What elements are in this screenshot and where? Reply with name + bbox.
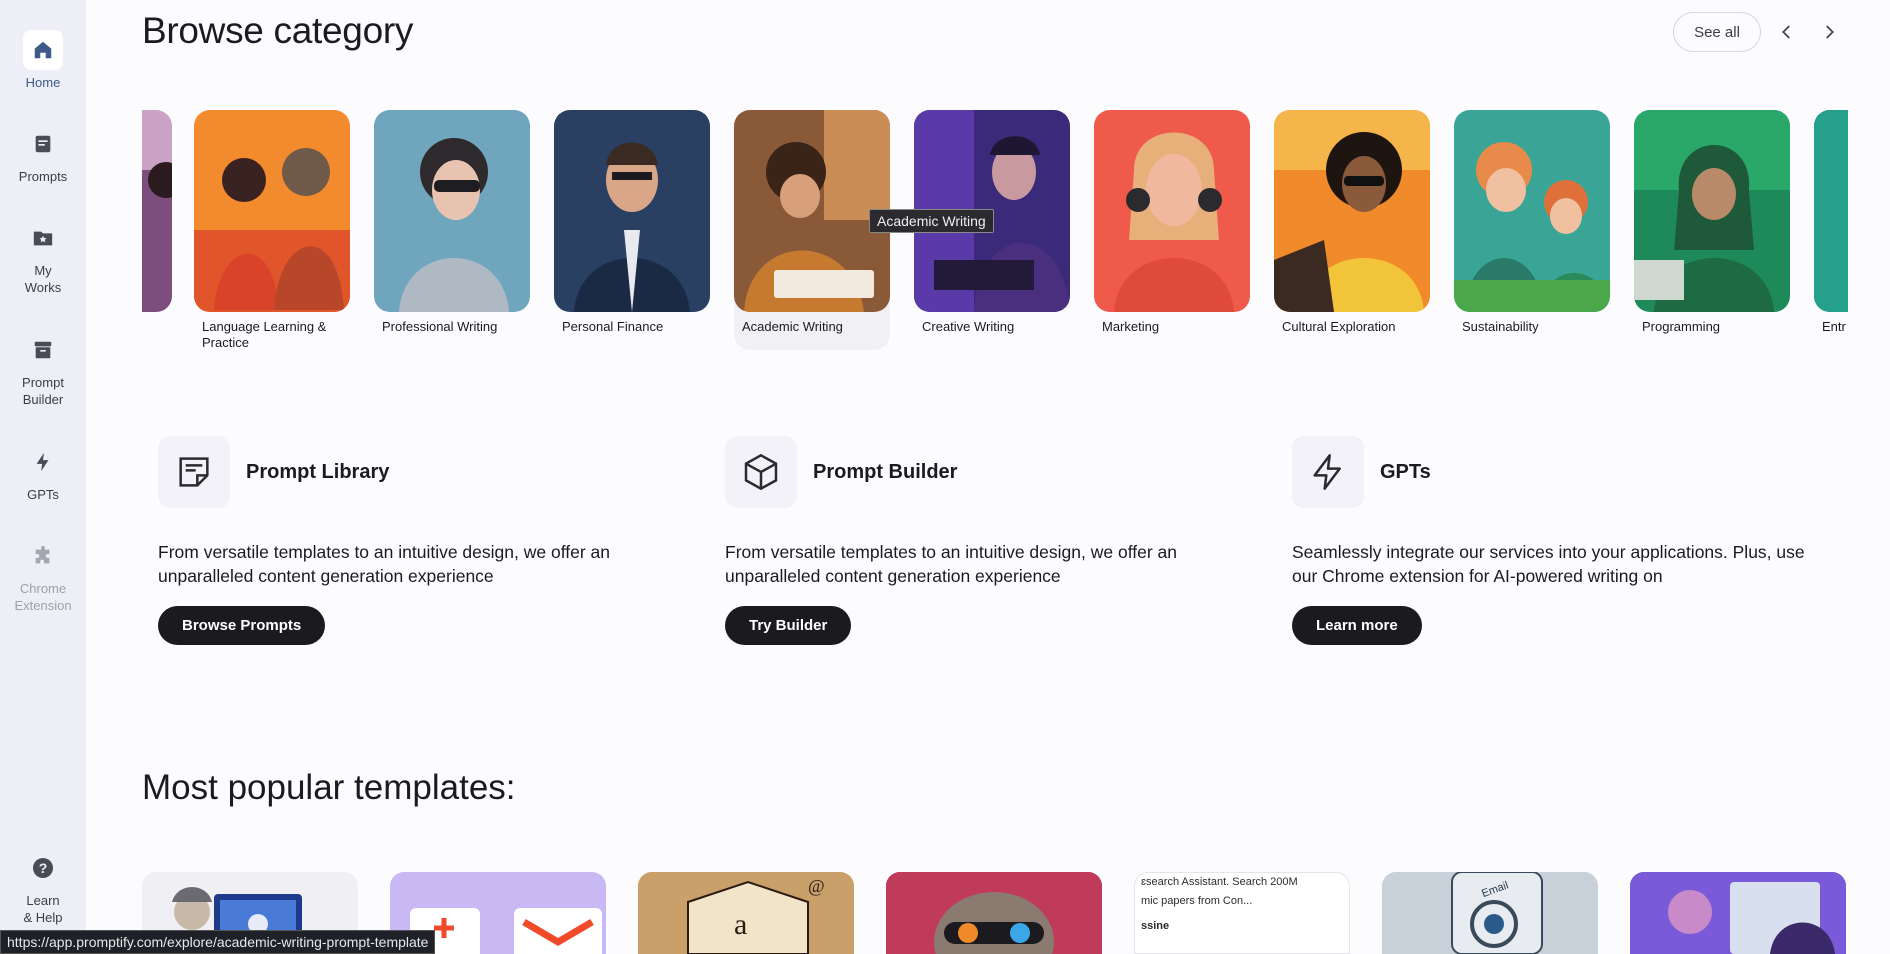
feature-description: Seamlessly integrate our services into y…	[1292, 542, 1805, 586]
feature-title: Prompt Library	[246, 461, 390, 483]
category-image	[1454, 110, 1610, 312]
category-card[interactable]: Entr	[1814, 110, 1848, 335]
carousel-next-button[interactable]	[1813, 16, 1845, 48]
sidebar-item-chrome-extension[interactable]: Chrome Extension	[0, 536, 86, 614]
cube-icon	[725, 436, 797, 508]
bolt-icon	[23, 442, 63, 482]
carousel-prev-button[interactable]	[1771, 16, 1803, 48]
category-card[interactable]: Professional Writing	[374, 110, 530, 335]
sidebar-item-label: Prompts	[18, 169, 68, 184]
category-image	[142, 110, 172, 312]
status-bar-url: https://app.promptify.com/explore/academ…	[0, 930, 436, 954]
template-card[interactable]: Email	[1382, 872, 1598, 954]
sidebar-item-label: Learn & Help	[23, 893, 63, 925]
archive-icon	[23, 330, 63, 370]
bolt-icon	[1292, 436, 1364, 508]
category-label: Language Learning & Practice	[202, 319, 327, 350]
tooltip: Academic Writing	[869, 209, 994, 233]
feature-description: From versatile templates to an intuitive…	[725, 542, 1177, 586]
category-card[interactable]: Marketing	[1094, 110, 1250, 335]
category-card[interactable]: Cultural Exploration	[1274, 110, 1430, 335]
svg-text:?: ?	[39, 860, 48, 876]
template-card-text: ɛsearch Assistant. Search 200M	[1141, 876, 1298, 888]
sidebar-item-prompts[interactable]: Prompts	[0, 124, 86, 185]
category-image	[374, 110, 530, 312]
category-label: Sustainability	[1462, 319, 1539, 334]
main-content: Browse category See all Language Learnin…	[86, 0, 1890, 954]
puzzle-icon	[23, 536, 63, 576]
folder-star-icon	[23, 218, 63, 258]
template-card[interactable]: ɛsearch Assistant. Search 200M mic paper…	[1134, 872, 1350, 954]
svg-text:a: a	[734, 908, 747, 941]
chevron-right-icon	[1826, 25, 1834, 39]
template-card[interactable]: a @	[638, 872, 854, 954]
feature-description: From versatile templates to an intuitive…	[158, 542, 610, 586]
category-label: Professional Writing	[382, 319, 498, 334]
category-card[interactable]: Sustainability	[1454, 110, 1610, 335]
popular-templates-title: Most popular templates:	[142, 768, 516, 807]
learn-more-button[interactable]: Learn more	[1292, 606, 1422, 645]
feature-title: Prompt Builder	[813, 461, 958, 483]
sidebar-item-home[interactable]: Home	[0, 30, 86, 91]
sidebar-item-prompt-builder[interactable]: Prompt Builder	[0, 330, 86, 408]
home-icon	[23, 30, 63, 70]
sidebar-item-label: Prompt Builder	[22, 375, 64, 407]
category-card[interactable]: Programming	[1634, 110, 1790, 335]
feature-prompt-builder: Prompt Builder From versatile templates …	[725, 436, 1245, 645]
feature-prompt-library: Prompt Library From versatile templates …	[158, 436, 678, 645]
help-icon: ?	[23, 848, 63, 888]
category-card[interactable]: Language Learning & Practice	[194, 110, 350, 351]
category-image	[1094, 110, 1250, 312]
category-label: Marketing	[1102, 319, 1160, 334]
sidebar-item-label: Home	[25, 75, 61, 90]
sidebar-item-learn-help[interactable]: ? Learn & Help	[0, 848, 86, 926]
svg-text:@: @	[808, 876, 825, 896]
category-image	[1814, 110, 1848, 312]
browse-category-title: Browse category	[142, 10, 414, 51]
template-card[interactable]	[1630, 872, 1846, 954]
template-card[interactable]	[886, 872, 1102, 954]
sidebar-item-gpts[interactable]: GPTs	[0, 442, 86, 503]
category-image	[554, 110, 710, 312]
sidebar-item-label: GPTs	[27, 487, 59, 502]
category-card[interactable]: Academic Writing	[734, 110, 890, 350]
sidebar-item-my-works[interactable]: My Works	[0, 218, 86, 296]
template-card-text: mic papers from Con...	[1141, 895, 1253, 907]
prompts-icon	[23, 124, 63, 164]
template-card-text: ssine	[1141, 920, 1170, 932]
category-label: Entr	[1822, 319, 1846, 334]
sidebar: Home Prompts My Works Prompt Builder GPT…	[0, 0, 86, 954]
category-image	[194, 110, 350, 312]
browse-prompts-button[interactable]: Browse Prompts	[158, 606, 326, 645]
feature-title: GPTs	[1380, 461, 1431, 483]
category-card[interactable]: Personal Finance	[554, 110, 710, 335]
category-label: Academic Writing	[742, 319, 843, 334]
category-image	[734, 110, 890, 312]
category-label: Programming	[1642, 319, 1721, 334]
note-icon	[158, 436, 230, 508]
category-label: Cultural Exploration	[1282, 319, 1396, 334]
try-builder-button[interactable]: Try Builder	[725, 606, 852, 645]
see-all-button[interactable]: See all	[1673, 12, 1761, 52]
category-label	[142, 312, 172, 319]
category-label: Creative Writing	[922, 319, 1015, 334]
category-image	[1274, 110, 1430, 312]
feature-gpts: GPTs Seamlessly integrate our services i…	[1292, 436, 1812, 645]
category-image	[1634, 110, 1790, 312]
category-carousel: Language Learning & Practice Professiona…	[142, 110, 1848, 360]
category-card[interactable]	[142, 110, 172, 319]
sidebar-item-label: My Works	[24, 263, 62, 295]
category-label: Personal Finance	[562, 319, 664, 334]
sidebar-item-label: Chrome Extension	[14, 581, 72, 613]
chevron-left-icon	[1782, 25, 1790, 39]
